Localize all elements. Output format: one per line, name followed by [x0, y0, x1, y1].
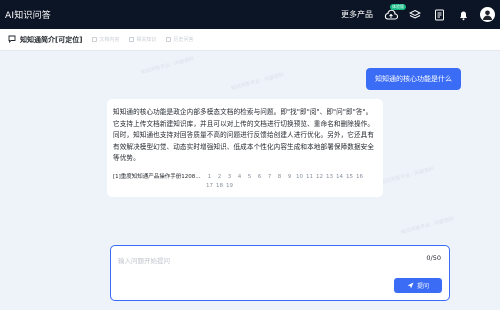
question-input-placeholder: 输入问题开始提问: [118, 257, 170, 265]
top-navigation-bar: AI知识问答 更多产品 体验版: [0, 0, 500, 29]
reference-page-number[interactable]: 5: [245, 173, 255, 182]
ask-button-label: 提问: [416, 283, 429, 290]
cloud-icon[interactable]: 体验版: [384, 3, 406, 22]
square-icon: [129, 37, 135, 42]
send-icon: [407, 282, 414, 289]
document-icon[interactable]: [432, 8, 446, 22]
reference-page-number[interactable]: 14: [335, 173, 345, 182]
reference-page-number[interactable]: 4: [235, 173, 245, 182]
trial-badge: 体验版: [390, 3, 406, 10]
more-products-link[interactable]: 更多产品: [341, 9, 373, 20]
watermark: 知识问答平台 · 内部资料: [380, 165, 435, 186]
toolbar-item-related[interactable]: 相关知识: [129, 36, 156, 43]
reference-page-number[interactable]: 7: [265, 173, 275, 182]
reference-page-number[interactable]: 8: [275, 173, 285, 182]
reference-page-number[interactable]: 19: [225, 182, 235, 191]
reference-page-number[interactable]: 12: [315, 173, 325, 182]
reference-page-number[interactable]: 17: [205, 182, 215, 191]
square-icon: [166, 37, 172, 42]
watermark: 知识问答平台 · 内部资料: [400, 215, 455, 236]
user-message-bubble: 知知通的核心功能是什么: [366, 68, 461, 90]
reference-page-number[interactable]: 11: [305, 173, 315, 182]
top-right-actions: 更多产品 体验版: [341, 3, 495, 22]
reference-page-number[interactable]: 1: [205, 173, 215, 182]
app-title: AI知识问答: [5, 11, 52, 21]
reference-link[interactable]: [1]重度知知通产品操作手册1208...: [113, 173, 201, 182]
toolbar-item-history[interactable]: 历史问答: [166, 36, 193, 43]
answer-text: 知知通的核心功能是政企内部多模态文档的检索与问题。即"找"即"阅"、即"问"即"…: [113, 108, 375, 163]
layers-icon[interactable]: [408, 8, 422, 22]
document-title: 知知通简介[可定位]: [20, 35, 83, 44]
reference-page-number[interactable]: 18: [215, 182, 225, 191]
answer-message-bubble: 知知通的核心功能是政企内部多模态文档的检索与问题。即"找"即"阅"、即"问"即"…: [107, 99, 383, 197]
reference-page-number[interactable]: 16: [355, 173, 365, 182]
watermark: 知识问答平台 · 内部资料: [230, 71, 285, 92]
toolbar-item-content[interactable]: 文档内容: [92, 36, 119, 43]
user-avatar[interactable]: [480, 7, 495, 22]
reference-page-number[interactable]: 6: [255, 173, 265, 182]
watermark: 知识问答平台 · 内部资料: [140, 55, 195, 76]
character-counter: 0/50: [426, 254, 441, 262]
reference-page-number[interactable]: 2: [215, 173, 225, 182]
reference-page-number[interactable]: 3: [225, 173, 235, 182]
bell-icon[interactable]: [456, 8, 470, 22]
document-header: 知知通简介[可定位] 文档内容 相关知识 历史问答: [0, 29, 500, 51]
reference-page-number[interactable]: 15: [345, 173, 355, 182]
reference-page-number[interactable]: 9: [285, 173, 295, 182]
reference-page-list: 1 2 3 4 5 6 7 8 9 10 11 12 13 14 15 16 17 18 19: [205, 173, 365, 191]
reference-page-number[interactable]: 13: [325, 173, 335, 182]
question-input-box[interactable]: 输入问题开始提问 0/50 提问: [110, 245, 450, 301]
chat-bubble-icon: [8, 35, 16, 45]
ask-button[interactable]: 提问: [394, 278, 442, 293]
chat-area: 知识问答平台 · 内部资料 知识问答平台 · 内部资料 知识问答平台 · 内部资…: [0, 52, 500, 242]
reference-row: [1]重度知知通产品操作手册1208... 1 2 3 4 5 6 7 8 9 10 11 12 13 1…: [113, 173, 377, 191]
square-icon: [92, 37, 98, 42]
reference-page-number[interactable]: 10: [295, 173, 305, 182]
